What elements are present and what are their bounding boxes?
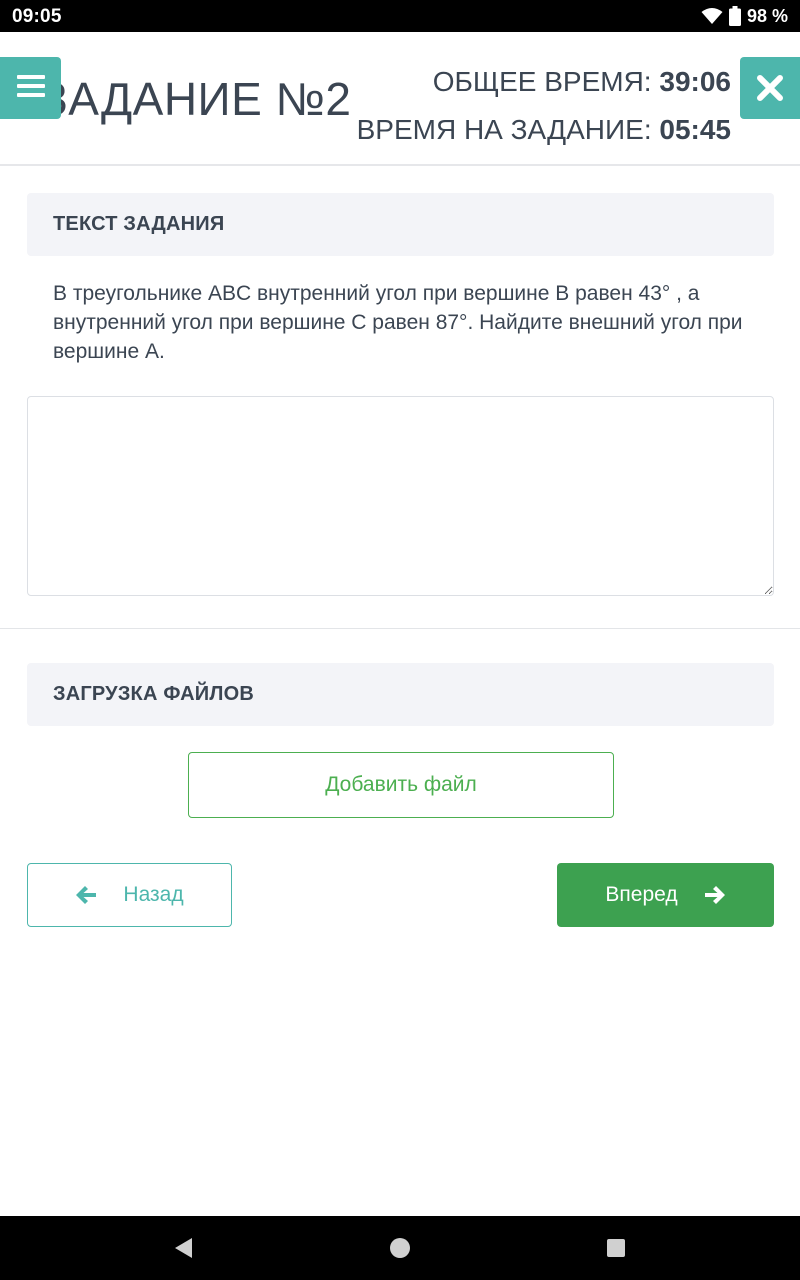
upload-heading: ЗАГРУЗКА ФАЙЛОВ: [53, 683, 254, 705]
close-icon: [757, 75, 783, 101]
wifi-icon: [701, 8, 723, 24]
hamburger-icon: [17, 75, 45, 97]
add-file-label: Добавить файл: [325, 773, 477, 796]
task-text-section-header: ТЕКСТ ЗАДАНИЯ: [27, 193, 774, 256]
task-text: В треугольнике ABC внутренний угол при в…: [53, 282, 743, 363]
status-time: 09:05: [12, 6, 62, 27]
upload-section-header: ЗАГРУЗКА ФАЙЛОВ: [27, 663, 774, 726]
task-text-heading: ТЕКСТ ЗАДАНИЯ: [53, 213, 225, 235]
add-file-button[interactable]: Добавить файл: [188, 752, 614, 818]
recents-square-icon[interactable]: [604, 1236, 628, 1260]
battery-percent: 98 %: [746, 5, 788, 26]
arrow-right-icon: [704, 886, 725, 904]
task-header: ЗАДАНИЕ №2 ОБЩЕЕ ВРЕМЯ: 39:06 ВРЕМЯ НА З…: [0, 32, 800, 166]
task-time-label: ВРЕМЯ НА ЗАДАНИЕ:: [356, 114, 652, 145]
status-bar: 09:05 98 %: [0, 0, 800, 32]
timers: ОБЩЕЕ ВРЕМЯ: 39:06 ВРЕМЯ НА ЗАДАНИЕ: 05:…: [357, 65, 731, 161]
task-time-row: ВРЕМЯ НА ЗАДАНИЕ: 05:45: [357, 113, 731, 161]
close-button[interactable]: [740, 57, 800, 119]
menu-button[interactable]: [0, 57, 61, 119]
battery-icon: [728, 6, 741, 26]
home-circle-icon[interactable]: [388, 1236, 412, 1260]
total-time-label: ОБЩЕЕ ВРЕМЯ:: [432, 66, 652, 97]
back-button[interactable]: Назад: [27, 863, 232, 927]
next-button[interactable]: Вперед: [557, 863, 774, 927]
task-time-value: 05:45: [659, 114, 731, 145]
arrow-left-icon: [76, 886, 97, 904]
back-label: Назад: [123, 883, 184, 906]
system-nav-bar: [0, 1216, 800, 1280]
page-title: ЗАДАНИЕ №2: [40, 73, 352, 125]
total-time-value: 39:06: [659, 66, 731, 97]
answer-input[interactable]: [27, 396, 774, 596]
next-label: Вперед: [605, 883, 678, 906]
back-triangle-icon[interactable]: [172, 1236, 196, 1260]
divider: [0, 628, 800, 629]
total-time-row: ОБЩЕЕ ВРЕМЯ: 39:06: [357, 65, 731, 113]
status-icons: 98 %: [701, 5, 788, 27]
